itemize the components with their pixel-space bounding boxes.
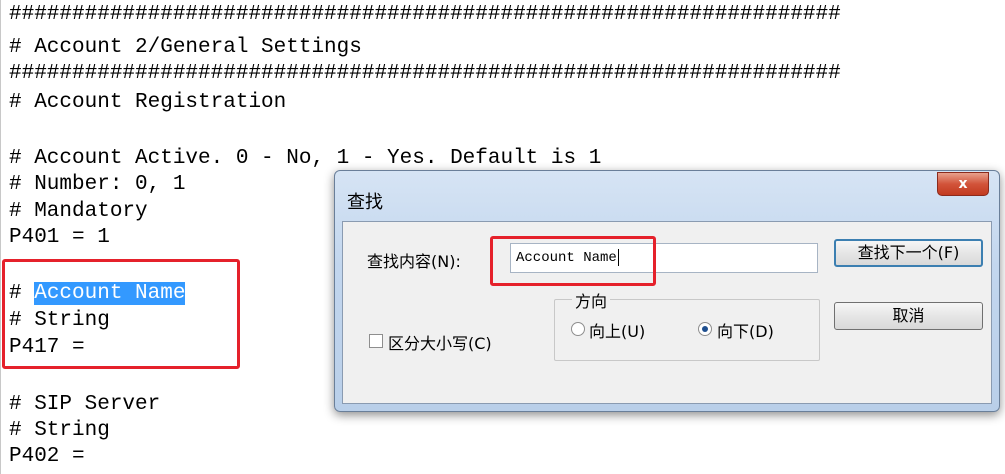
editor-line-2: # Account 2/General Settings: [9, 36, 362, 59]
find-dialog: 查找 x 查找内容(N): Account Name 查找下一个(F) 取消 方…: [334, 170, 1000, 412]
direction-down-label: 向下(D): [717, 322, 774, 341]
editor-line-9: P401 = 1: [9, 226, 110, 249]
close-button[interactable]: x: [937, 172, 989, 196]
annotation-box-editor: [2, 259, 240, 369]
editor-line-3: ########################################…: [9, 62, 841, 85]
editor-line-15: # SIP Server: [9, 393, 161, 416]
editor-line-7: # Number: 0, 1: [9, 173, 186, 196]
editor-line-1: ########################################…: [9, 3, 841, 26]
dialog-client-area: 查找内容(N): Account Name 查找下一个(F) 取消 方向 向上(…: [342, 221, 992, 404]
editor-line-17: P402 =: [9, 445, 85, 468]
editor-line-8: # Mandatory: [9, 200, 148, 223]
direction-up-radio[interactable]: [571, 322, 585, 336]
editor-line-4: # Account Registration: [9, 91, 287, 114]
close-icon: x: [958, 176, 968, 192]
direction-label: 方向: [572, 288, 611, 312]
annotation-box-input: [490, 236, 656, 286]
direction-up-label: 向上(U): [589, 322, 646, 341]
dialog-title: 查找: [347, 192, 383, 213]
direction-down-radio[interactable]: [698, 322, 712, 336]
editor-line-6: # Account Active. 0 - No, 1 - Yes. Defau…: [9, 147, 602, 170]
match-case-checkbox[interactable]: [369, 334, 383, 348]
cancel-button[interactable]: 取消: [834, 302, 983, 330]
editor-line-16: # String: [9, 419, 110, 442]
match-case-label: 区分大小写(C): [388, 334, 492, 353]
find-what-label: 查找内容(N):: [367, 252, 461, 271]
find-next-button[interactable]: 查找下一个(F): [834, 239, 983, 267]
